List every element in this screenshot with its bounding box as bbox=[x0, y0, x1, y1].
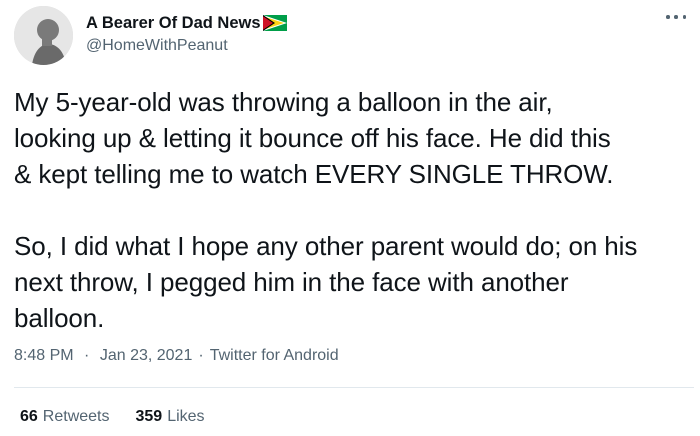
tweet-stats: 66 Retweets 359 Likes bbox=[20, 408, 231, 426]
user-names: A Bearer Of Dad News @HomeWithPeanut bbox=[86, 12, 287, 55]
likes-label: Likes bbox=[167, 408, 205, 425]
more-options-icon[interactable] bbox=[666, 10, 686, 24]
tweet-time: 8:48 PM bbox=[14, 347, 74, 364]
divider bbox=[14, 387, 694, 388]
tweet-meta: 8:48 PM · Jan 23, 2021 · Twitter for And… bbox=[14, 347, 339, 365]
likes-count: 359 bbox=[135, 408, 163, 425]
retweets-count: 66 bbox=[20, 408, 38, 425]
user-handle[interactable]: @HomeWithPeanut bbox=[86, 37, 287, 55]
tweet-date: Jan 23, 2021 bbox=[99, 347, 193, 364]
avatar[interactable] bbox=[14, 6, 73, 65]
tweet-text: My 5-year-old was throwing a balloon in … bbox=[14, 87, 638, 333]
guyana-flag-icon bbox=[262, 15, 287, 31]
display-name[interactable]: A Bearer Of Dad News bbox=[86, 14, 261, 33]
retweets-stat[interactable]: 66 Retweets bbox=[20, 408, 110, 426]
meta-separator: · bbox=[84, 347, 90, 364]
tweet-header: A Bearer Of Dad News @HomeWithPeanut bbox=[14, 6, 694, 66]
tweet-card: A Bearer Of Dad News @HomeWithPeanut My bbox=[0, 0, 700, 436]
meta-separator: · bbox=[198, 347, 204, 364]
display-name-row: A Bearer Of Dad News bbox=[86, 12, 287, 34]
likes-stat[interactable]: 359 Likes bbox=[136, 408, 205, 426]
tweet-time-link[interactable]: 8:48 PM · Jan 23, 2021 bbox=[14, 347, 192, 365]
dot-icon bbox=[682, 15, 686, 19]
retweets-label: Retweets bbox=[42, 408, 110, 425]
dot-icon bbox=[666, 15, 670, 19]
avatar-photo bbox=[14, 6, 73, 65]
dot-icon bbox=[674, 15, 678, 19]
tweet-source-link[interactable]: Twitter for Android bbox=[210, 347, 339, 365]
